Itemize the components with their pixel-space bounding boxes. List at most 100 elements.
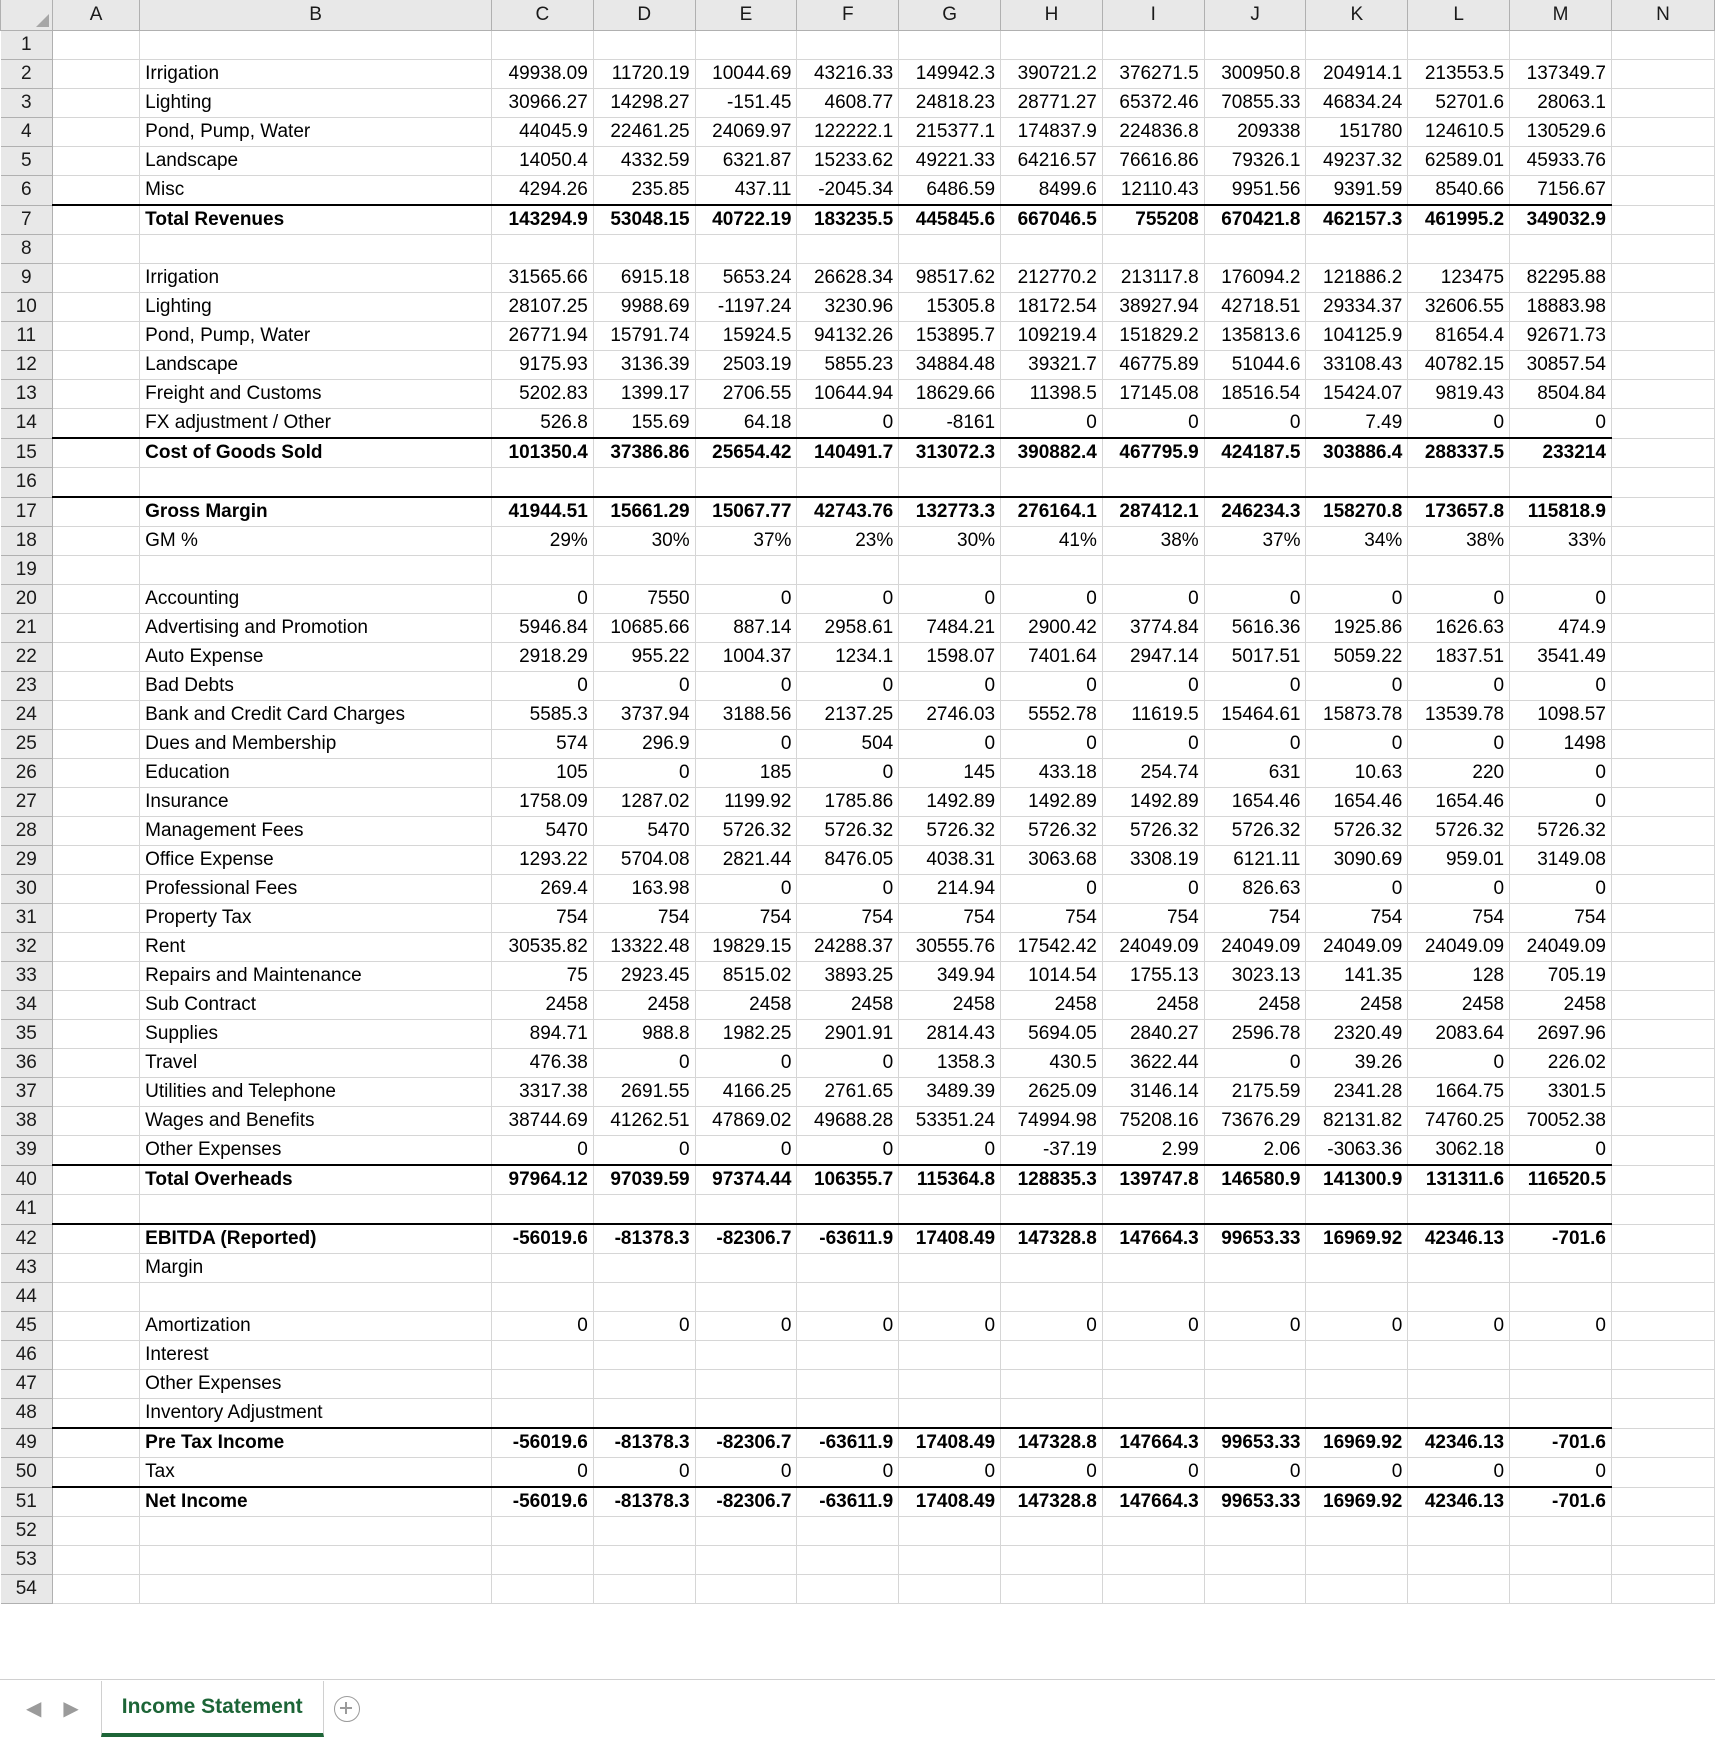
cell-A17[interactable]: [52, 496, 141, 527]
cell-F19[interactable]: [796, 555, 900, 585]
cell-A13[interactable]: [52, 379, 141, 409]
cell-L25[interactable]: 0: [1407, 729, 1511, 759]
cell-E37[interactable]: 4166.25: [694, 1077, 798, 1107]
cell-B38[interactable]: Wages and Benefits: [139, 1106, 492, 1136]
cell-K52[interactable]: [1305, 1516, 1409, 1546]
cell-J28[interactable]: 5726.32: [1203, 816, 1307, 846]
cell-N19[interactable]: [1610, 555, 1715, 585]
cell-B45[interactable]: Amortization: [139, 1311, 492, 1341]
cell-E20[interactable]: 0: [694, 584, 798, 614]
cell-D35[interactable]: 988.8: [592, 1019, 696, 1049]
cell-E33[interactable]: 8515.02: [694, 961, 798, 991]
cell-B33[interactable]: Repairs and Maintenance: [139, 961, 492, 991]
cell-I51[interactable]: 147664.3: [1101, 1486, 1205, 1517]
cell-L26[interactable]: 220: [1407, 758, 1511, 788]
cell-K4[interactable]: 151780: [1305, 117, 1409, 147]
cell-J10[interactable]: 42718.51: [1203, 292, 1307, 322]
cell-G13[interactable]: 18629.66: [898, 379, 1002, 409]
cell-D43[interactable]: [592, 1253, 696, 1283]
cell-K45[interactable]: 0: [1305, 1311, 1409, 1341]
cell-H37[interactable]: 2625.09: [1000, 1077, 1103, 1107]
row-header-18[interactable]: 18: [0, 526, 54, 556]
cell-H27[interactable]: 1492.89: [1000, 787, 1103, 817]
cell-E36[interactable]: 0: [694, 1048, 798, 1078]
cell-J22[interactable]: 5017.51: [1203, 642, 1307, 672]
cell-M27[interactable]: 0: [1509, 787, 1612, 817]
cell-M29[interactable]: 3149.08: [1509, 845, 1612, 875]
cell-B27[interactable]: Insurance: [139, 787, 492, 817]
cell-G4[interactable]: 215377.1: [898, 117, 1002, 147]
cell-M24[interactable]: 1098.57: [1509, 700, 1612, 730]
cell-I43[interactable]: [1101, 1253, 1205, 1283]
cell-E27[interactable]: 1199.92: [694, 787, 798, 817]
cell-F50[interactable]: 0: [796, 1457, 900, 1488]
cell-H25[interactable]: 0: [1000, 729, 1103, 759]
cell-H41[interactable]: [1000, 1194, 1103, 1225]
cell-J49[interactable]: 99653.33: [1203, 1427, 1307, 1458]
cell-J5[interactable]: 79326.1: [1203, 146, 1307, 176]
cell-I15[interactable]: 467795.9: [1101, 437, 1205, 468]
cell-M16[interactable]: [1509, 467, 1612, 498]
column-header-F[interactable]: F: [796, 0, 900, 31]
cell-B49[interactable]: Pre Tax Income: [139, 1427, 492, 1458]
next-sheet-arrow-icon[interactable]: ▶: [63, 1699, 78, 1719]
cell-H39[interactable]: -37.19: [1000, 1135, 1103, 1166]
cell-F43[interactable]: [796, 1253, 900, 1283]
cell-A11[interactable]: [52, 321, 141, 351]
cell-G33[interactable]: 349.94: [898, 961, 1002, 991]
cell-F40[interactable]: 106355.7: [796, 1164, 900, 1195]
cell-C18[interactable]: 29%: [490, 526, 594, 556]
cell-D41[interactable]: [592, 1194, 696, 1225]
cell-A2[interactable]: [52, 59, 141, 89]
cell-G1[interactable]: [898, 30, 1002, 60]
sheet-tab-income-statement[interactable]: Income Statement: [100, 1680, 324, 1737]
cell-D6[interactable]: 235.85: [592, 175, 696, 206]
cell-G46[interactable]: [898, 1340, 1002, 1370]
cell-F37[interactable]: 2761.65: [796, 1077, 900, 1107]
cell-M5[interactable]: 45933.76: [1509, 146, 1612, 176]
cell-F16[interactable]: [796, 467, 900, 498]
cell-K25[interactable]: 0: [1305, 729, 1409, 759]
cell-H15[interactable]: 390882.4: [1000, 437, 1103, 468]
cell-A21[interactable]: [52, 613, 141, 643]
cell-M37[interactable]: 3301.5: [1509, 1077, 1612, 1107]
cell-F12[interactable]: 5855.23: [796, 350, 900, 380]
row-header-14[interactable]: 14: [0, 408, 54, 439]
cell-K20[interactable]: 0: [1305, 584, 1409, 614]
cell-I49[interactable]: 147664.3: [1101, 1427, 1205, 1458]
cell-J17[interactable]: 246234.3: [1203, 496, 1307, 527]
cell-H19[interactable]: [1000, 555, 1103, 585]
cell-E47[interactable]: [694, 1369, 798, 1399]
cell-N18[interactable]: [1610, 526, 1715, 556]
cell-M2[interactable]: 137349.7: [1509, 59, 1612, 89]
cell-I18[interactable]: 38%: [1101, 526, 1205, 556]
row-header-26[interactable]: 26: [0, 758, 54, 788]
cell-L40[interactable]: 131311.6: [1407, 1164, 1511, 1195]
column-header-H[interactable]: H: [1000, 0, 1103, 31]
row-header-38[interactable]: 38: [0, 1106, 54, 1136]
cell-H10[interactable]: 18172.54: [1000, 292, 1103, 322]
cell-J3[interactable]: 70855.33: [1203, 88, 1307, 118]
cell-N35[interactable]: [1610, 1019, 1715, 1049]
cell-F25[interactable]: 504: [796, 729, 900, 759]
cell-F48[interactable]: [796, 1398, 900, 1429]
cell-C20[interactable]: 0: [490, 584, 594, 614]
cell-N39[interactable]: [1610, 1135, 1715, 1166]
cell-B30[interactable]: Professional Fees: [139, 874, 492, 904]
cell-I17[interactable]: 287412.1: [1101, 496, 1205, 527]
cell-F13[interactable]: 10644.94: [796, 379, 900, 409]
cell-N28[interactable]: [1610, 816, 1715, 846]
cell-A35[interactable]: [52, 1019, 141, 1049]
cell-G42[interactable]: 17408.49: [898, 1223, 1002, 1254]
cell-F46[interactable]: [796, 1340, 900, 1370]
cell-J46[interactable]: [1203, 1340, 1307, 1370]
cell-G27[interactable]: 1492.89: [898, 787, 1002, 817]
cell-C50[interactable]: 0: [490, 1457, 594, 1488]
cell-D51[interactable]: -81378.3: [592, 1486, 696, 1517]
row-header-8[interactable]: 8: [0, 234, 54, 264]
cell-J37[interactable]: 2175.59: [1203, 1077, 1307, 1107]
cell-I27[interactable]: 1492.89: [1101, 787, 1205, 817]
cell-E29[interactable]: 2821.44: [694, 845, 798, 875]
cell-M50[interactable]: 0: [1509, 1457, 1612, 1488]
cell-D29[interactable]: 5704.08: [592, 845, 696, 875]
